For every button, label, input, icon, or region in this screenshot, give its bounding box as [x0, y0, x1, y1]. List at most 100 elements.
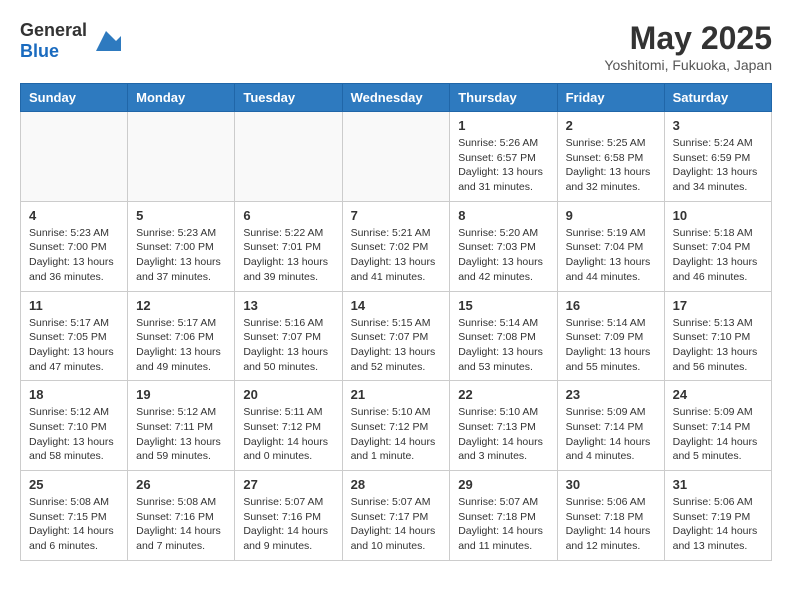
day-number: 4 — [29, 208, 119, 223]
day-number: 15 — [458, 298, 548, 313]
col-header-saturday: Saturday — [664, 84, 771, 112]
calendar-cell: 20 Sunrise: 5:11 AM Sunset: 7:12 PM Dayli… — [235, 381, 342, 471]
calendar-cell: 1 Sunrise: 5:26 AM Sunset: 6:57 PM Daylig… — [450, 112, 557, 202]
day-info: Sunrise: 5:14 AM Sunset: 7:08 PM Dayligh… — [458, 316, 548, 375]
day-info: Sunrise: 5:16 AM Sunset: 7:07 PM Dayligh… — [243, 316, 333, 375]
calendar-cell: 18 Sunrise: 5:12 AM Sunset: 7:10 PM Dayli… — [21, 381, 128, 471]
day-info: Sunrise: 5:08 AM Sunset: 7:16 PM Dayligh… — [136, 495, 226, 554]
calendar-cell: 7 Sunrise: 5:21 AM Sunset: 7:02 PM Daylig… — [342, 201, 450, 291]
day-number: 22 — [458, 387, 548, 402]
location: Yoshitomi, Fukuoka, Japan — [604, 57, 772, 73]
day-info: Sunrise: 5:12 AM Sunset: 7:11 PM Dayligh… — [136, 405, 226, 464]
logo: General Blue — [20, 20, 121, 62]
calendar-cell — [342, 112, 450, 202]
day-info: Sunrise: 5:26 AM Sunset: 6:57 PM Dayligh… — [458, 136, 548, 195]
week-row-2: 4 Sunrise: 5:23 AM Sunset: 7:00 PM Daylig… — [21, 201, 772, 291]
day-number: 23 — [566, 387, 656, 402]
day-number: 30 — [566, 477, 656, 492]
logo-text: General Blue — [20, 20, 87, 62]
day-info: Sunrise: 5:23 AM Sunset: 7:00 PM Dayligh… — [29, 226, 119, 285]
calendar-cell: 25 Sunrise: 5:08 AM Sunset: 7:15 PM Dayli… — [21, 471, 128, 561]
calendar-cell: 4 Sunrise: 5:23 AM Sunset: 7:00 PM Daylig… — [21, 201, 128, 291]
day-number: 9 — [566, 208, 656, 223]
day-number: 2 — [566, 118, 656, 133]
day-number: 21 — [351, 387, 442, 402]
logo-general: General — [20, 20, 87, 41]
calendar-cell: 12Sunrise: 5:17 AM Sunset: 7:06 PM Dayli… — [128, 291, 235, 381]
calendar-cell: 22 Sunrise: 5:10 AM Sunset: 7:13 PM Dayli… — [450, 381, 557, 471]
calendar-cell: 30 Sunrise: 5:06 AM Sunset: 7:18 PM Dayli… — [557, 471, 664, 561]
day-number: 24 — [673, 387, 763, 402]
week-row-4: 18 Sunrise: 5:12 AM Sunset: 7:10 PM Dayli… — [21, 381, 772, 471]
day-number: 18 — [29, 387, 119, 402]
month-title: May 2025 — [604, 20, 772, 57]
day-number: 17 — [673, 298, 763, 313]
calendar-cell: 9 Sunrise: 5:19 AM Sunset: 7:04 PM Daylig… — [557, 201, 664, 291]
day-info: Sunrise: 5:15 AM Sunset: 7:07 PM Dayligh… — [351, 316, 442, 375]
day-number: 1 — [458, 118, 548, 133]
calendar-cell: 10Sunrise: 5:18 AM Sunset: 7:04 PM Dayli… — [664, 201, 771, 291]
logo-blue: Blue — [20, 41, 87, 62]
day-info: Sunrise: 5:06 AM Sunset: 7:18 PM Dayligh… — [566, 495, 656, 554]
day-info: Sunrise: 5:17 AM Sunset: 7:05 PM Dayligh… — [29, 316, 119, 375]
day-number: 11 — [29, 298, 119, 313]
day-info: Sunrise: 5:14 AM Sunset: 7:09 PM Dayligh… — [566, 316, 656, 375]
calendar-cell: 17 Sunrise: 5:13 AM Sunset: 7:10 PM Dayli… — [664, 291, 771, 381]
day-info: Sunrise: 5:06 AM Sunset: 7:19 PM Dayligh… — [673, 495, 763, 554]
day-number: 16 — [566, 298, 656, 313]
day-info: Sunrise: 5:20 AM Sunset: 7:03 PM Dayligh… — [458, 226, 548, 285]
day-info: Sunrise: 5:09 AM Sunset: 7:14 PM Dayligh… — [673, 405, 763, 464]
day-info: Sunrise: 5:25 AM Sunset: 6:58 PM Dayligh… — [566, 136, 656, 195]
calendar-cell — [128, 112, 235, 202]
day-info: Sunrise: 5:11 AM Sunset: 7:12 PM Dayligh… — [243, 405, 333, 464]
day-number: 26 — [136, 477, 226, 492]
day-number: 13 — [243, 298, 333, 313]
day-number: 3 — [673, 118, 763, 133]
calendar-cell: 11 Sunrise: 5:17 AM Sunset: 7:05 PM Dayli… — [21, 291, 128, 381]
calendar-cell — [21, 112, 128, 202]
calendar-cell: 15 Sunrise: 5:14 AM Sunset: 7:08 PM Dayli… — [450, 291, 557, 381]
col-header-monday: Monday — [128, 84, 235, 112]
week-row-1: 1 Sunrise: 5:26 AM Sunset: 6:57 PM Daylig… — [21, 112, 772, 202]
calendar-cell: 24 Sunrise: 5:09 AM Sunset: 7:14 PM Dayli… — [664, 381, 771, 471]
day-info: Sunrise: 5:22 AM Sunset: 7:01 PM Dayligh… — [243, 226, 333, 285]
calendar-cell: 6 Sunrise: 5:22 AM Sunset: 7:01 PM Daylig… — [235, 201, 342, 291]
week-row-5: 25 Sunrise: 5:08 AM Sunset: 7:15 PM Dayli… — [21, 471, 772, 561]
day-number: 8 — [458, 208, 548, 223]
day-number: 25 — [29, 477, 119, 492]
calendar-cell: 31 Sunrise: 5:06 AM Sunset: 7:19 PM Dayli… — [664, 471, 771, 561]
day-info: Sunrise: 5:24 AM Sunset: 6:59 PM Dayligh… — [673, 136, 763, 195]
day-number: 20 — [243, 387, 333, 402]
day-info: Sunrise: 5:23 AM Sunset: 7:00 PM Dayligh… — [136, 226, 226, 285]
calendar-cell: 19Sunrise: 5:12 AM Sunset: 7:11 PM Dayli… — [128, 381, 235, 471]
calendar-cell: 26 Sunrise: 5:08 AM Sunset: 7:16 PM Dayli… — [128, 471, 235, 561]
day-number: 14 — [351, 298, 442, 313]
calendar-cell: 8 Sunrise: 5:20 AM Sunset: 7:03 PM Daylig… — [450, 201, 557, 291]
day-number: 27 — [243, 477, 333, 492]
day-info: Sunrise: 5:07 AM Sunset: 7:16 PM Dayligh… — [243, 495, 333, 554]
day-number: 7 — [351, 208, 442, 223]
day-info: Sunrise: 5:18 AM Sunset: 7:04 PM Dayligh… — [673, 226, 763, 285]
day-info: Sunrise: 5:21 AM Sunset: 7:02 PM Dayligh… — [351, 226, 442, 285]
calendar-cell: 13 Sunrise: 5:16 AM Sunset: 7:07 PM Dayli… — [235, 291, 342, 381]
calendar-cell: 21 Sunrise: 5:10 AM Sunset: 7:12 PM Dayli… — [342, 381, 450, 471]
calendar-cell: 27 Sunrise: 5:07 AM Sunset: 7:16 PM Dayli… — [235, 471, 342, 561]
calendar-cell: 14 Sunrise: 5:15 AM Sunset: 7:07 PM Dayli… — [342, 291, 450, 381]
calendar-cell: 29Sunrise: 5:07 AM Sunset: 7:18 PM Dayli… — [450, 471, 557, 561]
day-info: Sunrise: 5:19 AM Sunset: 7:04 PM Dayligh… — [566, 226, 656, 285]
day-number: 5 — [136, 208, 226, 223]
calendar-header-row: SundayMondayTuesdayWednesdayThursdayFrid… — [21, 84, 772, 112]
day-info: Sunrise: 5:13 AM Sunset: 7:10 PM Dayligh… — [673, 316, 763, 375]
day-number: 31 — [673, 477, 763, 492]
day-number: 28 — [351, 477, 442, 492]
logo-icon — [91, 26, 121, 56]
day-info: Sunrise: 5:12 AM Sunset: 7:10 PM Dayligh… — [29, 405, 119, 464]
page-header: General Blue May 2025 Yoshitomi, Fukuoka… — [20, 20, 772, 73]
day-number: 12 — [136, 298, 226, 313]
calendar-table: SundayMondayTuesdayWednesdayThursdayFrid… — [20, 83, 772, 561]
day-number: 6 — [243, 208, 333, 223]
day-info: Sunrise: 5:10 AM Sunset: 7:12 PM Dayligh… — [351, 405, 442, 464]
col-header-friday: Friday — [557, 84, 664, 112]
day-info: Sunrise: 5:10 AM Sunset: 7:13 PM Dayligh… — [458, 405, 548, 464]
day-info: Sunrise: 5:08 AM Sunset: 7:15 PM Dayligh… — [29, 495, 119, 554]
